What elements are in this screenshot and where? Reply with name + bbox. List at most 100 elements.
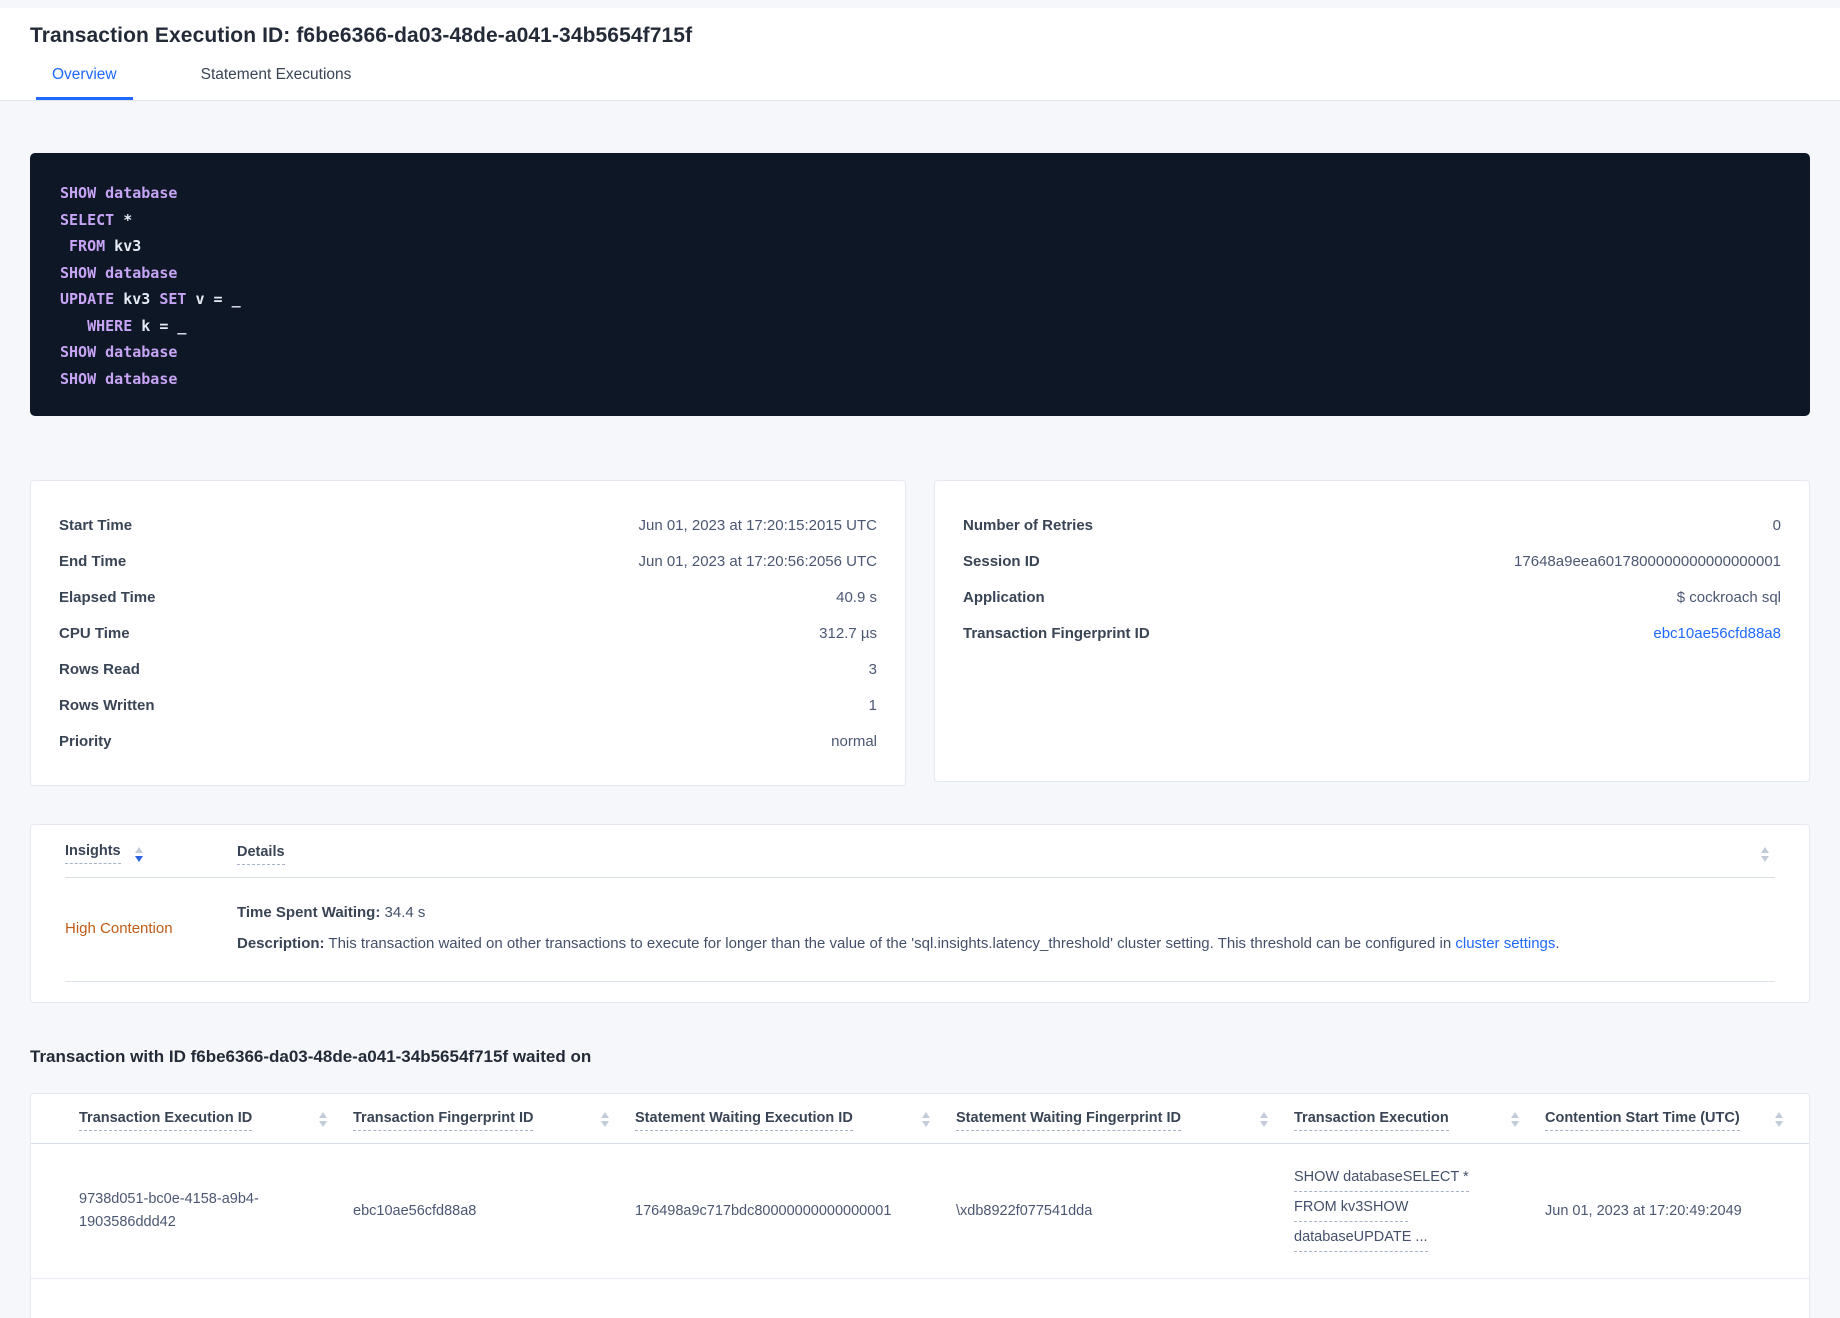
sql-text: kv3	[105, 237, 142, 255]
column-header-transaction-fingerprint-id[interactable]: Transaction Fingerprint ID	[353, 1110, 635, 1144]
sort-icon[interactable]	[922, 1112, 930, 1127]
sort-icon[interactable]	[601, 1112, 609, 1127]
summary-label: CPU Time	[59, 624, 130, 642]
summary-label: Application	[963, 588, 1045, 606]
sql-keyword: SELECT	[60, 210, 115, 229]
column-header-label[interactable]: Transaction Execution	[1294, 1110, 1449, 1131]
tab-overview[interactable]: Overview	[36, 66, 133, 100]
insights-card: Insights Details High Contention Time Sp…	[30, 824, 1810, 1003]
summary-row: End Time Jun 01, 2023 at 17:20:56:2056 UT…	[59, 543, 877, 579]
cell-statement-waiting-execution-id: 176498a9c717bdc80000000000000001	[635, 1143, 956, 1279]
description-suffix: .	[1555, 935, 1560, 952]
column-header-label[interactable]: Contention Start Time (UTC)	[1545, 1110, 1740, 1131]
summary-value: normal	[831, 732, 877, 750]
sort-up-arrow	[922, 1112, 930, 1118]
sql-statements-box: SHOW database SELECT * FROM kv3 SHOW datab…	[30, 153, 1810, 416]
summary-label: Priority	[59, 732, 112, 750]
sort-up-arrow	[601, 1112, 609, 1118]
insight-details: Time Spent Waiting: 34.4 s Description: …	[237, 902, 1775, 955]
summary-label: Session ID	[963, 552, 1040, 570]
sql-line: WHERE k = _	[60, 313, 1780, 340]
sql-line: SHOW database	[60, 339, 1780, 366]
cluster-settings-link[interactable]: cluster settings	[1455, 935, 1555, 952]
summary-row: Start Time Jun 01, 2023 at 17:20:15:2015 …	[59, 507, 877, 543]
column-header-statement-waiting-fingerprint-id[interactable]: Statement Waiting Fingerprint ID	[956, 1110, 1294, 1144]
cell-content: SHOW databaseSELECT * FROM kv3SHOW databas…	[1294, 1166, 1521, 1256]
sql-keyword: WHERE	[87, 316, 133, 335]
overview-content: SHOW database SELECT * FROM kv3 SHOW datab…	[0, 153, 1840, 1318]
column-header-statement-waiting-execution-id[interactable]: Statement Waiting Execution ID	[635, 1110, 956, 1144]
sql-text: kv3	[114, 290, 160, 308]
summary-value: 0	[1772, 516, 1781, 534]
insights-column-header[interactable]: Insights	[65, 843, 237, 864]
sort-up-arrow	[1775, 1112, 1783, 1118]
insights-header-label[interactable]: Insights	[65, 843, 121, 864]
sql-keyword: UPDATE	[60, 290, 115, 308]
page-header: Transaction Execution ID: f6be6366-da03-…	[0, 8, 1840, 101]
sql-line: SELECT *	[60, 207, 1780, 234]
column-header-label[interactable]: Transaction Fingerprint ID	[353, 1110, 534, 1131]
tab-statement-executions[interactable]: Statement Executions	[185, 66, 368, 100]
sort-up-arrow	[1260, 1112, 1268, 1118]
transaction-execution-link[interactable]: databaseUPDATE ...	[1294, 1226, 1428, 1252]
waited-on-table: Transaction Execution ID Transaction Fing…	[31, 1110, 1809, 1279]
column-header-inner: Transaction Fingerprint ID	[353, 1110, 635, 1131]
column-header-contention-start-time-utc-[interactable]: Contention Start Time (UTC)	[1545, 1110, 1809, 1144]
sort-down-arrow	[601, 1121, 609, 1127]
waited-on-heading: Transaction with ID f6be6366-da03-48de-a…	[30, 1047, 592, 1066]
transaction-fingerprint-link[interactable]: ebc10ae56cfd88a8	[1653, 625, 1781, 642]
column-header-transaction-execution-id[interactable]: Transaction Execution ID	[31, 1110, 353, 1144]
transaction-execution-line-wrap: SHOW databaseSELECT *	[1294, 1166, 1521, 1196]
cell-content: \xdb8922f077541dda	[956, 1202, 1093, 1219]
sql-text: *	[114, 210, 133, 229]
column-header-inner: Statement Waiting Execution ID	[635, 1110, 956, 1131]
summary-cards-row: Start Time Jun 01, 2023 at 17:20:15:2015 …	[30, 480, 1810, 786]
column-header-label[interactable]: Statement Waiting Fingerprint ID	[956, 1110, 1182, 1131]
sql-line: SHOW database	[60, 366, 1780, 393]
sort-icon[interactable]	[1511, 1112, 1519, 1127]
sort-up-arrow	[319, 1112, 327, 1118]
column-header-label[interactable]: Statement Waiting Execution ID	[635, 1110, 853, 1131]
sql-text: k = _	[132, 316, 187, 335]
sql-keyword: SHOW database	[60, 184, 178, 202]
column-header-inner: Transaction Execution ID	[31, 1110, 353, 1131]
summary-label: Rows Written	[59, 696, 155, 714]
cell-statement-waiting-fingerprint-id: \xdb8922f077541dda	[956, 1143, 1294, 1279]
column-header-transaction-execution[interactable]: Transaction Execution	[1294, 1110, 1545, 1144]
transaction-execution-line-wrap: FROM kv3SHOW	[1294, 1196, 1521, 1226]
waiting-value: 34.4 s	[380, 904, 426, 921]
insight-description: Description: This transaction waited on …	[237, 933, 1775, 955]
details-header-label[interactable]: Details	[237, 844, 285, 865]
waited-on-card: Transaction Execution ID Transaction Fing…	[30, 1093, 1810, 1318]
cell-content: ebc10ae56cfd88a8	[353, 1202, 477, 1219]
sql-line: SHOW database	[60, 260, 1780, 287]
sort-icon[interactable]	[134, 847, 143, 864]
sort-icon[interactable]	[1775, 1112, 1783, 1127]
sort-icon[interactable]	[319, 1112, 327, 1127]
time-spent-waiting: Time Spent Waiting: 34.4 s	[237, 902, 1775, 924]
summary-label: Elapsed Time	[59, 588, 156, 606]
summary-row: Session ID 17648a9eea60178000000000000000…	[963, 543, 1781, 579]
column-header-label[interactable]: Transaction Execution ID	[79, 1110, 253, 1131]
column-header-inner: Contention Start Time (UTC)	[1545, 1110, 1809, 1131]
sql-line: SHOW database	[60, 180, 1780, 207]
cell-transaction-fingerprint-id: ebc10ae56cfd88a8	[353, 1143, 635, 1279]
summary-label: Number of Retries	[963, 516, 1094, 534]
sort-icon[interactable]	[1260, 1112, 1268, 1127]
sql-keyword: FROM	[69, 237, 106, 255]
waited-table-header-row: Transaction Execution ID Transaction Fing…	[31, 1110, 1809, 1144]
transaction-execution-link[interactable]: SHOW databaseSELECT *	[1294, 1166, 1469, 1192]
page-title: Transaction Execution ID: f6be6366-da03-…	[30, 24, 693, 47]
summary-value: 3	[868, 660, 877, 678]
description-text: This transaction waited on other transac…	[324, 935, 1456, 952]
insight-type-label: High Contention	[65, 920, 173, 937]
transaction-execution-link[interactable]: FROM kv3SHOW	[1294, 1196, 1409, 1222]
summary-row: Transaction Fingerprint ID ebc10ae56cfd88…	[963, 615, 1781, 651]
sort-down-arrow	[319, 1121, 327, 1127]
description-label: Description:	[237, 935, 325, 952]
summary-value: Jun 01, 2023 at 17:20:15:2015 UTC	[638, 516, 877, 534]
sort-icon[interactable]	[1761, 847, 1769, 862]
transaction-times-card: Start Time Jun 01, 2023 at 17:20:15:2015 …	[30, 480, 906, 786]
